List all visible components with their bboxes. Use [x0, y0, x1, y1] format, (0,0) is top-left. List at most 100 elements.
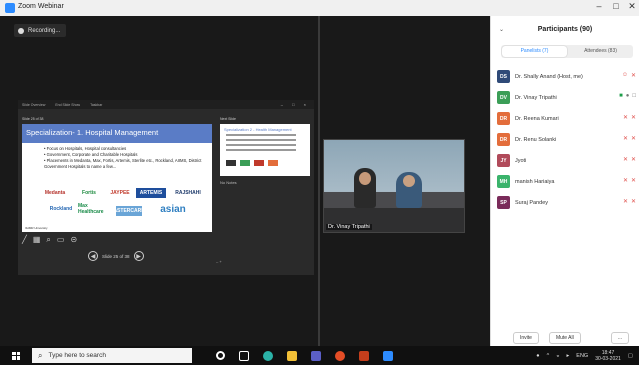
teams-icon[interactable]	[311, 350, 321, 361]
status-icon[interactable]: ✕	[631, 198, 636, 205]
recording-indicator[interactable]: Recording...	[14, 24, 67, 37]
participant-name: Dr. Vinay Tripathi	[515, 94, 557, 101]
tab-panelists[interactable]: Panelists (7)	[502, 46, 567, 57]
status-icon[interactable]: ✕	[631, 114, 636, 121]
participant-row[interactable]: DR Dr. Renu Solanki ✕ ✕	[497, 129, 638, 150]
cortana-icon[interactable]	[216, 351, 225, 360]
toolbar-item[interactable]: Taskbar	[90, 103, 102, 107]
zoom-taskbar-icon[interactable]	[383, 350, 393, 361]
participant-status-icons: ✕ ✕	[623, 198, 636, 205]
next-slide-preview[interactable]: Specialization 2 - Health Management	[220, 124, 310, 176]
participant-name: Dr. Reena Kumari	[515, 115, 559, 122]
search-icon: ⌕	[38, 350, 43, 360]
taskbar-search[interactable]: ⌕ Type here to search	[32, 348, 192, 363]
avatar: JY	[497, 154, 510, 167]
logo-rockland: Rockland	[49, 206, 73, 212]
clock-date: 30-03-2021	[595, 355, 621, 362]
zoom-controls[interactable]: – +	[216, 259, 222, 264]
windows-start-icon[interactable]	[12, 351, 20, 360]
tab-attendees[interactable]: Attendees (83)	[568, 45, 633, 58]
close-button[interactable]: ✕	[624, 1, 639, 12]
grid-icon[interactable]: ▦	[33, 235, 41, 245]
shared-screen: Slide Overview End Slide Show Taskbar – …	[18, 100, 314, 275]
zoom-icon[interactable]: ⌕	[46, 235, 50, 245]
notifications-icon[interactable]: ▢	[628, 353, 633, 359]
status-icon[interactable]: ☺	[622, 72, 628, 79]
maximize-button[interactable]: □	[608, 1, 624, 11]
avatar: SP	[497, 196, 510, 209]
logo-asian: asian	[160, 204, 186, 215]
mute-all-button[interactable]: Mute All	[548, 332, 581, 344]
status-icon[interactable]: ✕	[631, 135, 636, 142]
participant-list: DS Dr. Shally Anand (Host, me) ☺ ✕ DV Dr. Vin…	[497, 66, 638, 213]
status-icon[interactable]: ■	[619, 93, 623, 99]
logo-fortis: Fortis	[82, 190, 96, 196]
presenter-toolbar: Slide Overview End Slide Show Taskbar – …	[18, 100, 314, 109]
volume-icon[interactable]: ▸	[567, 353, 570, 359]
slide-nav-label: Slide 25 of 38	[102, 253, 130, 259]
participant-status-icons: ☺ ✕	[622, 72, 636, 79]
status-icon[interactable]: ✕	[631, 72, 636, 79]
logo-rajshahi: RAJSHAHI	[175, 190, 201, 196]
toolbar-item[interactable]: End Slide Show	[55, 103, 80, 107]
record-dot-icon	[18, 27, 24, 34]
participant-name: Dr. Renu Solanki	[515, 136, 557, 143]
next-slide-label: Next Slide	[220, 117, 236, 121]
next-slide-logos	[226, 160, 278, 166]
file-explorer-icon[interactable]	[287, 350, 297, 361]
logo-artemis: ARTEMIS	[136, 188, 166, 198]
status-icon[interactable]: □	[632, 93, 636, 99]
recording-label: Recording...	[28, 27, 61, 34]
status-icon[interactable]: ✕	[631, 156, 636, 163]
more-options-icon[interactable]: ⊝	[70, 235, 77, 245]
webcam-person	[396, 172, 422, 208]
participant-row[interactable]: MH manish Hariaiya ✕ ✕	[497, 171, 638, 192]
chrome-icon[interactable]	[335, 350, 345, 361]
participant-name: Dr. Shally Anand (Host, me)	[515, 73, 583, 80]
slide-navigation: ◀ Slide 25 of 38 ▶	[88, 251, 144, 261]
status-icon[interactable]: ✕	[631, 177, 636, 184]
lang-label[interactable]: ENG	[576, 353, 588, 359]
next-slide-button[interactable]: ▶	[133, 251, 144, 261]
status-icon[interactable]: ✕	[623, 156, 628, 163]
invite-button[interactable]: Invite	[513, 332, 539, 344]
status-icon[interactable]: ●	[626, 93, 630, 99]
help-icon[interactable]: ●	[536, 353, 539, 359]
task-view-icon[interactable]	[239, 350, 249, 361]
slide-footer: IIHMR University	[25, 226, 48, 230]
status-icon[interactable]: ✕	[623, 135, 628, 142]
participant-row[interactable]: DR Dr. Reena Kumari ✕ ✕	[497, 108, 638, 129]
participant-row[interactable]: DV Dr. Vinay Tripathi ■ ● □	[497, 87, 638, 108]
participant-row[interactable]: DS Dr. Shally Anand (Host, me) ☺ ✕	[497, 66, 638, 87]
previous-slide-button[interactable]: ◀	[88, 251, 98, 261]
pen-icon[interactable]: ╱	[22, 235, 27, 245]
edge-icon[interactable]	[263, 350, 273, 361]
toolbar-item[interactable]: Slide Overview	[22, 103, 45, 107]
zoom-webinar-window: Zoom Webinar – □ ✕ Recording... Slide Ov…	[0, 0, 639, 365]
avatar: DS	[497, 70, 510, 83]
participant-tabs: Panelists (7) Attendees (83)	[501, 45, 633, 58]
presenter-window-controls[interactable]: – □ ×	[281, 102, 314, 107]
status-icon[interactable]: ✕	[623, 114, 628, 121]
status-icon[interactable]: ✕	[623, 177, 628, 184]
system-tray: ● ^ ◒ ▸ ENG 18:47 30-03-2021 ▢	[536, 350, 639, 362]
participants-title: Participants (90)	[537, 26, 593, 33]
window-title: Zoom Webinar	[18, 3, 64, 10]
powerpoint-icon[interactable]	[359, 350, 369, 361]
avatar: MH	[497, 175, 510, 188]
subtitles-icon[interactable]: ▭	[57, 235, 65, 245]
webcam-video[interactable]: Dr. Vinay Tripathi	[323, 139, 465, 233]
participant-status-icons: ■ ● □	[619, 93, 636, 99]
logo-astercare: ASTERCARE	[113, 206, 145, 216]
status-icon[interactable]: ✕	[623, 198, 628, 205]
clock[interactable]: 18:47 30-03-2021	[595, 350, 621, 362]
search-placeholder: Type here to search	[48, 352, 106, 359]
pane-divider[interactable]	[318, 16, 320, 346]
minimize-button[interactable]: –	[591, 1, 607, 11]
participant-row[interactable]: JY Jyoti ✕ ✕	[497, 150, 638, 171]
current-slide: Specialization- 1. Hospital Management F…	[22, 124, 212, 232]
more-button[interactable]: ...	[610, 332, 629, 344]
network-icon[interactable]: ◒	[556, 353, 559, 359]
participant-row[interactable]: SP Suraj Pandey ✕ ✕	[497, 192, 638, 213]
chevron-up-icon[interactable]: ^	[547, 353, 550, 359]
